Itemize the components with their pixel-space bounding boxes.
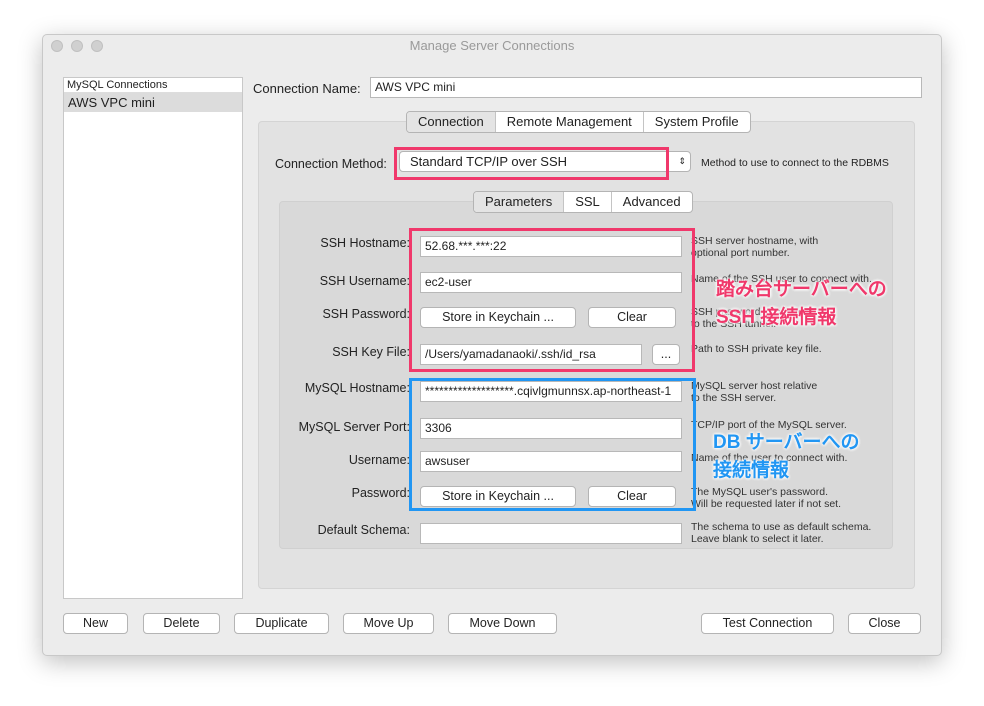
ssh-annotation-line2: SSH 接続情報 — [716, 307, 837, 328]
delete-button[interactable]: Delete — [143, 613, 220, 634]
chevron-updown-icon: ⇕ — [678, 156, 686, 166]
ssh-hostname-label: SSH Hostname: — [320, 236, 410, 250]
list-header: MySQL Connections — [64, 78, 242, 93]
tab-system-profile[interactable]: System Profile — [642, 112, 750, 132]
desc-line: to the SSH server. — [691, 392, 777, 404]
connection-name-label: Connection Name: — [253, 81, 361, 96]
list-item[interactable]: AWS VPC mini — [64, 93, 242, 112]
desc-line: Leave blank to select it later. — [691, 533, 824, 545]
ssh-key-file-label: SSH Key File: — [332, 345, 410, 359]
default-schema-desc: The schema to use as default schema. Leav… — [691, 521, 891, 545]
db-highlight-box — [409, 378, 696, 511]
desc-line: Will be requested later if not set. — [691, 498, 841, 510]
default-schema-input[interactable] — [420, 523, 682, 544]
ssh-password-label: SSH Password: — [322, 307, 410, 321]
sub-tabs: Parameters SSL Advanced — [473, 191, 693, 213]
tab-connection[interactable]: Connection — [407, 112, 495, 132]
title-bar: Manage Server Connections — [43, 35, 941, 57]
tab-ssl[interactable]: SSL — [563, 192, 611, 212]
desc-line: MySQL server host relative — [691, 380, 818, 392]
close-window-icon[interactable] — [51, 40, 63, 52]
mysql-port-label: MySQL Server Port: — [298, 420, 410, 434]
password-desc: The MySQL user's password. Will be reques… — [691, 486, 891, 510]
ssh-annotation-line1: 踏み台サーバーへの — [716, 279, 887, 300]
method-highlight-box — [394, 147, 669, 180]
mysql-hostname-desc: MySQL server host relative to the SSH ser… — [691, 380, 891, 404]
close-button[interactable]: Close — [848, 613, 921, 634]
tab-advanced[interactable]: Advanced — [610, 192, 692, 212]
connection-method-desc: Method to use to connect to the RDBMS — [701, 157, 889, 169]
desc-line: optional port number. — [691, 247, 790, 259]
mysql-hostname-label: MySQL Hostname: — [304, 381, 410, 395]
window-title: Manage Server Connections — [409, 38, 575, 53]
move-up-button[interactable]: Move Up — [343, 613, 434, 634]
new-button[interactable]: New — [63, 613, 128, 634]
db-annotation-line2: 接続情報 — [713, 460, 790, 481]
ssh-key-file-desc: Path to SSH private key file. — [691, 343, 822, 355]
tab-remote-management[interactable]: Remote Management — [494, 112, 643, 132]
connection-name-input[interactable]: AWS VPC mini — [370, 77, 922, 98]
connections-list[interactable]: MySQL Connections AWS VPC mini — [63, 77, 243, 599]
test-connection-button[interactable]: Test Connection — [701, 613, 834, 634]
desc-line: The MySQL user's password. — [691, 486, 828, 498]
ssh-username-label: SSH Username: — [319, 274, 410, 288]
password-label: Password: — [351, 486, 410, 500]
desc-line: SSH server hostname, with — [691, 235, 819, 247]
move-down-button[interactable]: Move Down — [448, 613, 557, 634]
db-annotation-line1: DB サーバーへの — [713, 432, 860, 453]
duplicate-button[interactable]: Duplicate — [234, 613, 329, 634]
main-tabs: Connection Remote Management System Prof… — [406, 111, 751, 133]
zoom-window-icon[interactable] — [91, 40, 103, 52]
ssh-hostname-desc: SSH server hostname, with optional port n… — [691, 235, 891, 259]
username-label: Username: — [348, 453, 410, 467]
ssh-highlight-box — [409, 228, 695, 372]
connection-method-label: Connection Method: — [275, 157, 387, 171]
minimize-window-icon[interactable] — [71, 40, 83, 52]
desc-line: The schema to use as default schema. — [691, 521, 872, 533]
default-schema-label: Default Schema: — [317, 523, 410, 537]
tab-parameters[interactable]: Parameters — [474, 192, 564, 212]
